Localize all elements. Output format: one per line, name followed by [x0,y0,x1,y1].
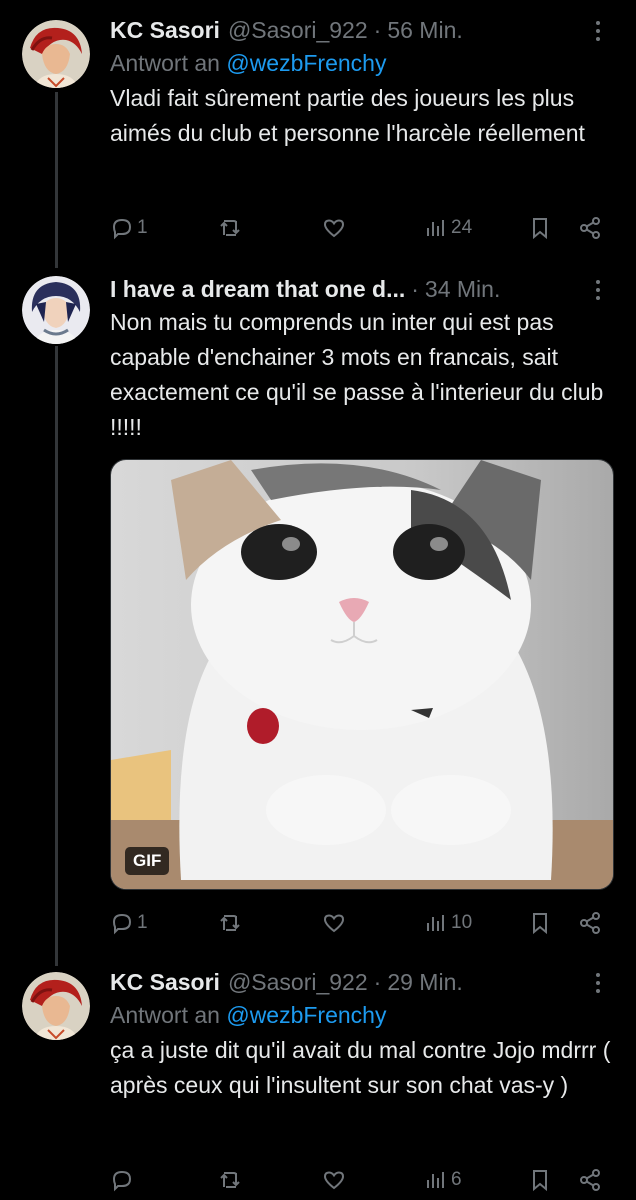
mention-link[interactable]: @wezbFrenchy [226,1002,386,1028]
views-button[interactable]: 24 [424,213,472,243]
retweet-icon [220,915,240,931]
tweet-text: Non mais tu comprends un inter qui est p… [110,309,604,440]
views-icon [427,220,444,236]
share-icon [580,912,600,934]
timestamp[interactable]: 56 Min. [387,15,462,45]
bookmark-button[interactable] [528,1165,552,1195]
reply-button[interactable] [110,1165,134,1195]
share-button[interactable] [578,213,602,243]
share-button[interactable] [578,908,602,938]
like-icon [323,914,345,933]
tweet[interactable]: KC Sasori @Sasori_922 · 56 Min. Antwort … [0,0,636,250]
share-icon [580,1169,600,1191]
user-handle[interactable]: @Sasori_922 [228,15,368,45]
reply-button[interactable]: 1 [110,908,148,938]
avatar[interactable] [22,972,90,1040]
tweet-text: ça a juste dit qu'il avait du mal contre… [110,1037,611,1098]
views-icon [427,1172,444,1188]
user-handle[interactable]: @Sasori_922 [228,967,368,997]
tweet-header: KC Sasori @Sasori_922 · 56 Min. [110,15,618,45]
like-button[interactable] [322,1165,346,1195]
tweet[interactable]: KC Sasori @Sasori_922 · 29 Min. Antwort … [0,952,636,1200]
views-count: 10 [451,912,473,933]
views-button[interactable]: 10 [424,908,472,938]
tweet-header: I have a dream that one d... · 34 Min. [110,274,618,304]
separator-dot: · [373,17,382,43]
gif-media[interactable]: GIF [110,459,614,890]
share-button[interactable] [578,1165,602,1195]
views-count: 6 [451,1169,462,1190]
views-icon [427,915,444,931]
display-name[interactable]: KC Sasori [110,967,220,997]
cat-gif-image [111,460,613,889]
action-bar: 1 24 [110,213,618,243]
retweet-icon [220,1172,240,1188]
reply-icon [112,913,132,935]
like-button[interactable] [322,213,346,243]
reply-icon [112,1170,132,1192]
display-name[interactable]: I have a dream that one d... [110,274,405,304]
replying-prefix: Antwort an [110,50,220,76]
tweet-header: KC Sasori @Sasori_922 · 29 Min. [110,967,618,997]
more-icon[interactable] [584,17,612,45]
share-icon [580,217,600,239]
separator-dot: · [411,276,419,302]
separator-dot: · [373,969,382,995]
like-icon [323,219,345,238]
retweet-button[interactable] [218,1165,242,1195]
replying-to: Antwort an @wezbFrenchy [110,997,618,1033]
bookmark-icon [533,913,547,935]
more-icon[interactable] [584,276,612,304]
reply-count: 1 [137,217,148,238]
retweet-button[interactable] [218,908,242,938]
retweet-button[interactable] [218,213,242,243]
replying-prefix: Antwort an [110,1002,220,1028]
action-bar: 1 10 [110,908,618,938]
more-icon[interactable] [584,969,612,997]
bookmark-button[interactable] [528,908,552,938]
avatar[interactable] [22,276,90,344]
reply-icon [112,218,132,240]
timestamp[interactable]: 34 Min. [425,274,500,304]
avatar[interactable] [22,20,90,88]
like-button[interactable] [322,908,346,938]
bookmark-icon [533,218,547,240]
replying-to: Antwort an @wezbFrenchy [110,45,618,81]
tweet-text: Vladi fait sûrement partie des joueurs l… [110,85,585,146]
retweet-icon [220,220,240,236]
like-icon [323,1171,345,1190]
timestamp[interactable]: 29 Min. [387,967,462,997]
views-count: 24 [451,217,473,238]
views-button[interactable]: 6 [424,1165,462,1195]
mention-link[interactable]: @wezbFrenchy [226,50,386,76]
reply-button[interactable]: 1 [110,213,148,243]
gif-badge: GIF [125,847,170,875]
bookmark-button[interactable] [528,213,552,243]
display-name[interactable]: KC Sasori [110,15,220,45]
reply-count: 1 [137,912,148,933]
action-bar: 6 [110,1165,618,1195]
bookmark-icon [533,1170,547,1192]
